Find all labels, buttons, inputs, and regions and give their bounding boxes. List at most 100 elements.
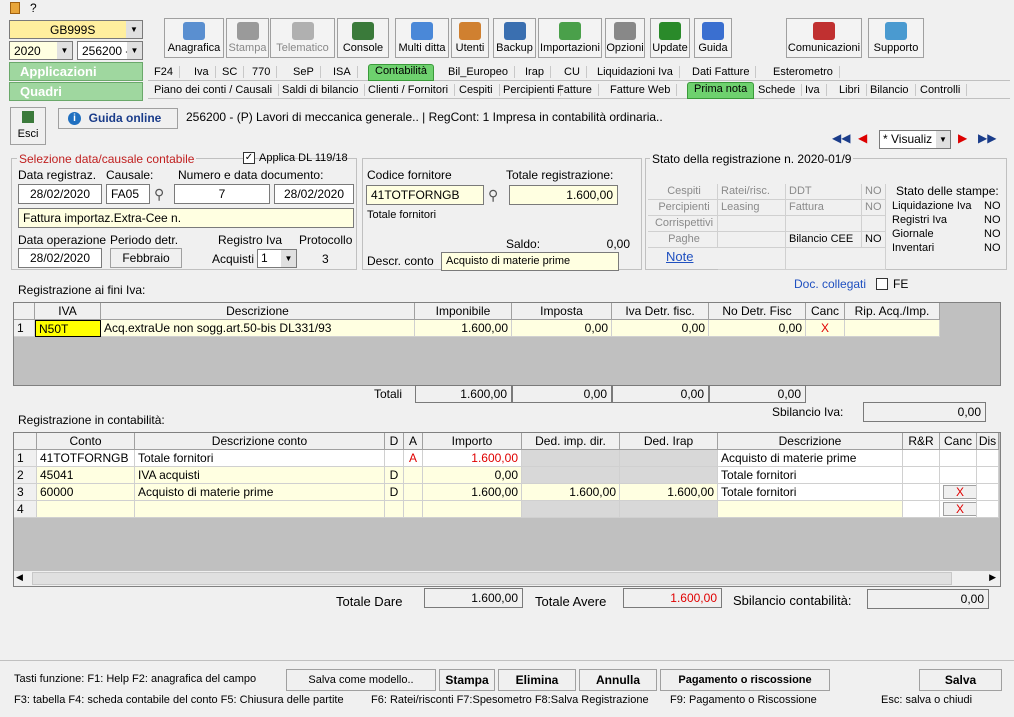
cont-header[interactable]: R&R: [903, 433, 940, 450]
iva-header[interactable]: Imponibile: [415, 303, 512, 320]
scroll-thumb[interactable]: [32, 572, 952, 585]
quadri-select[interactable]: Quadri: [9, 82, 143, 101]
help-menu[interactable]: ?: [30, 1, 37, 15]
scroll-right-icon[interactable]: ▶: [989, 572, 996, 583]
chevron-down-icon[interactable]: ▼: [127, 42, 142, 59]
next-record-icon[interactable]: ▶: [958, 131, 972, 147]
cont-cell-dis[interactable]: [977, 501, 999, 518]
cont-cell[interactable]: [522, 450, 620, 467]
cont-header[interactable]: Conto: [37, 433, 135, 450]
cont-cell[interactable]: [37, 501, 135, 518]
cont-cell[interactable]: D: [385, 467, 404, 484]
console-button[interactable]: Console: [337, 18, 389, 58]
cont-cell[interactable]: 45041: [37, 467, 135, 484]
cancel-x-icon[interactable]: X: [943, 485, 976, 499]
tab-irap[interactable]: Irap: [519, 66, 551, 78]
importazioni-button[interactable]: Importazioni: [538, 18, 602, 58]
tab-bilancio[interactable]: Bilancio: [864, 84, 916, 96]
cont-cell[interactable]: A: [404, 450, 423, 467]
tab-bil-europeo[interactable]: Bil_Europeo: [442, 66, 515, 78]
tab-controlli[interactable]: Controlli: [914, 84, 968, 96]
iva-cell[interactable]: 0,00: [512, 320, 612, 337]
cont-cell-rr[interactable]: [903, 484, 940, 501]
cont-header[interactable]: Canc: [940, 433, 977, 450]
tab-sep[interactable]: SeP: [287, 66, 321, 78]
descr-conto-input[interactable]: Acquisto di materie prime: [441, 252, 619, 271]
iva-header[interactable]: Imposta: [512, 303, 612, 320]
cont-cell[interactable]: 1.600,00: [423, 450, 522, 467]
chevron-down-icon[interactable]: ▼: [281, 250, 296, 267]
iva-cell[interactable]: 0,00: [612, 320, 709, 337]
cont-cell[interactable]: [423, 501, 522, 518]
cont-cell[interactable]: D: [385, 484, 404, 501]
data-op-input[interactable]: 28/02/2020: [18, 248, 102, 268]
cont-header[interactable]: Dis: [977, 433, 999, 450]
tab-cu[interactable]: CU: [558, 66, 587, 78]
cont-cell[interactable]: [385, 450, 404, 467]
tab-clienti-fornitori[interactable]: Clienti / Fornitori: [362, 84, 456, 96]
multi-ditta-button[interactable]: Multi ditta: [395, 18, 449, 58]
cont-cell[interactable]: 0,00: [423, 467, 522, 484]
cont-cell[interactable]: [522, 501, 620, 518]
cont-header[interactable]: D: [385, 433, 404, 450]
iva-header[interactable]: No Detr. Fisc: [709, 303, 806, 320]
cont-cell[interactable]: 41TOTFORNGB: [37, 450, 135, 467]
note-link[interactable]: Note: [666, 249, 693, 264]
salva-modello-button[interactable]: Salva come modello..: [286, 669, 436, 691]
cont-header[interactable]: Descrizione conto: [135, 433, 385, 450]
tab-770[interactable]: 770: [246, 66, 278, 78]
codice-fornitore-input[interactable]: 41TOTFORNGB: [366, 185, 484, 205]
utenti-button[interactable]: Utenti: [451, 18, 489, 58]
iva-header[interactable]: Canc: [806, 303, 845, 320]
tab-piano-dei-conti-causali[interactable]: Piano dei conti / Causali: [148, 84, 280, 96]
desc-causale-input[interactable]: Fattura importaz.Extra-Cee n.: [18, 208, 354, 228]
horizontal-scrollbar[interactable]: ◀ ▶: [14, 570, 1000, 586]
tab-schede[interactable]: Schede: [752, 84, 803, 96]
cont-row-cancel-button[interactable]: X: [940, 501, 977, 518]
iva-cell[interactable]: 1.600,00: [415, 320, 512, 337]
tab-fatture[interactable]: Fatture: [551, 84, 599, 96]
tab-contabilit-[interactable]: Contabilità: [368, 64, 434, 81]
update-button[interactable]: Update: [650, 18, 690, 58]
iva-cell[interactable]: Acq.extraUe non sogg.art.50-bis DL331/93: [101, 320, 415, 337]
cont-row-cancel-button[interactable]: [940, 467, 977, 484]
elimina-button[interactable]: Elimina: [498, 669, 576, 691]
iva-header[interactable]: Rip. Acq./Imp.: [845, 303, 940, 320]
iva-cell[interactable]: 0,00: [709, 320, 806, 337]
totale-reg-input[interactable]: 1.600,00: [509, 185, 618, 205]
tab-isa[interactable]: ISA: [327, 66, 358, 78]
cont-cell[interactable]: [385, 501, 404, 518]
cont-cell[interactable]: IVA acquisti: [135, 467, 385, 484]
iva-row-cancel-button[interactable]: X: [806, 320, 845, 337]
cont-cell[interactable]: 1.600,00: [620, 484, 718, 501]
cont-cell[interactable]: [522, 467, 620, 484]
applica-checkbox[interactable]: ✓: [243, 152, 255, 164]
iva-cell[interactable]: [845, 320, 940, 337]
cont-cell[interactable]: [135, 501, 385, 518]
stampa-button[interactable]: Stampa: [439, 669, 495, 691]
tab-saldi-di-bilancio[interactable]: Saldi di bilancio: [276, 84, 366, 96]
opzioni-button[interactable]: Opzioni: [605, 18, 645, 58]
last-record-icon[interactable]: ▶▶: [978, 131, 1000, 147]
cont-cell-dis[interactable]: [977, 467, 999, 484]
cont-cell[interactable]: Acquisto di materie prime: [718, 450, 903, 467]
telematico-button[interactable]: Telematico: [270, 18, 335, 58]
cont-cell[interactable]: Acquisto di materie prime: [135, 484, 385, 501]
tab-dati-fatture[interactable]: Dati Fatture: [686, 66, 757, 78]
scroll-left-icon[interactable]: ◀: [16, 572, 23, 583]
cont-cell[interactable]: [404, 501, 423, 518]
prev-record-icon[interactable]: ◀: [858, 131, 872, 147]
cont-cell[interactable]: [620, 450, 718, 467]
backup-button[interactable]: Backup: [493, 18, 536, 58]
cont-cell[interactable]: Totale fornitori: [135, 450, 385, 467]
cont-cell[interactable]: Totale fornitori: [718, 484, 903, 501]
cont-cell[interactable]: [620, 501, 718, 518]
cont-cell[interactable]: 60000: [37, 484, 135, 501]
cancel-x-icon[interactable]: X: [943, 502, 976, 516]
tab-prima-nota[interactable]: Prima nota: [687, 82, 755, 99]
cont-cell-rr[interactable]: [903, 501, 940, 518]
chevron-down-icon[interactable]: ▼: [126, 21, 142, 38]
cont-cell-dis[interactable]: [977, 450, 999, 467]
stampa-button[interactable]: Stampa: [226, 18, 269, 58]
iva-header[interactable]: IVA: [35, 303, 101, 320]
